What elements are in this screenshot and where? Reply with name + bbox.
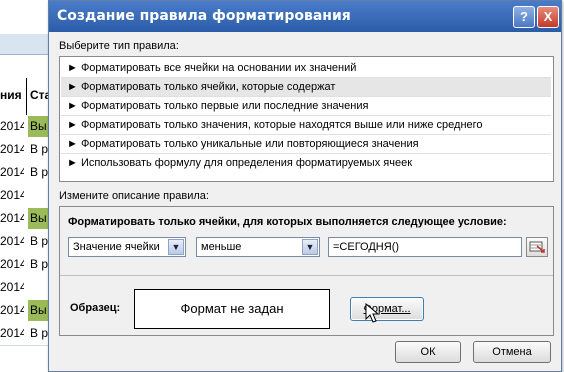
rule-type-item[interactable]: ► Форматировать все ячейки на основании … xyxy=(61,59,551,78)
format-button[interactable]: Формат... xyxy=(350,297,424,321)
date-cell[interactable]: 2014 xyxy=(0,231,24,252)
value-input[interactable]: =СЕГОДНЯ() xyxy=(328,237,522,257)
condition-type-value: Значение ячейки xyxy=(73,241,160,253)
dialog-title: Создание правила форматирования xyxy=(57,8,351,24)
chevron-down-icon[interactable]: ▼ xyxy=(302,239,318,255)
date-cell[interactable]: 2014 xyxy=(0,254,24,275)
operator-select[interactable]: меньше ▼ xyxy=(196,237,320,257)
sample-label: Образец: xyxy=(70,302,121,314)
rule-type-list: ► Форматировать все ячейки на основании … xyxy=(59,56,554,182)
range-picker-icon[interactable] xyxy=(526,237,548,257)
operator-value: меньше xyxy=(201,241,242,253)
date-cell[interactable]: 2014 xyxy=(0,277,24,298)
close-icon[interactable]: X xyxy=(537,6,559,28)
date-cell[interactable]: 2014 xyxy=(0,185,24,206)
condition-title: Форматировать только ячейки, для которых… xyxy=(68,216,507,228)
condition-panel: Форматировать только ячейки, для которых… xyxy=(60,207,553,276)
ok-button[interactable]: ОК xyxy=(395,341,461,363)
format-preview: Формат не задан xyxy=(134,289,330,329)
rule-type-item[interactable]: ► Форматировать только значения, которые… xyxy=(61,116,551,135)
rule-type-label: Выберите тип правила: xyxy=(59,40,179,52)
cancel-button[interactable]: Отмена xyxy=(473,341,551,363)
value-input-text: =СЕГОДНЯ() xyxy=(333,241,400,253)
rule-type-item[interactable]: ► Форматировать только ячейки, которые с… xyxy=(61,78,551,97)
sheet-header-name: ния xyxy=(0,88,22,102)
date-cell[interactable]: 2014 xyxy=(0,208,24,229)
date-cell[interactable]: 2014 xyxy=(0,323,24,344)
rule-type-item[interactable]: ► Форматировать только первые или послед… xyxy=(61,97,551,116)
date-cell[interactable]: 2014 xyxy=(0,139,24,160)
help-icon[interactable]: ? xyxy=(513,6,535,28)
date-cell[interactable]: 2014 xyxy=(0,300,24,321)
condition-type-select[interactable]: Значение ячейки ▼ xyxy=(68,237,186,257)
rule-type-item[interactable]: ► Использовать формулу для определения ф… xyxy=(61,154,551,173)
chevron-down-icon[interactable]: ▼ xyxy=(168,239,184,255)
rule-description-box: Форматировать только ячейки, для которых… xyxy=(59,206,554,336)
rule-type-item[interactable]: ► Форматировать только уникальные или по… xyxy=(61,135,551,154)
description-label: Измените описание правила: xyxy=(59,190,209,202)
dialog-titlebar[interactable]: Создание правила форматирования ? X xyxy=(49,1,561,32)
date-cell[interactable]: 2014 xyxy=(0,116,24,137)
mouse-cursor-icon xyxy=(365,303,380,323)
new-formatting-rule-dialog: Создание правила форматирования ? X Выбе… xyxy=(48,0,562,372)
date-cell[interactable]: 2014 xyxy=(0,162,24,183)
